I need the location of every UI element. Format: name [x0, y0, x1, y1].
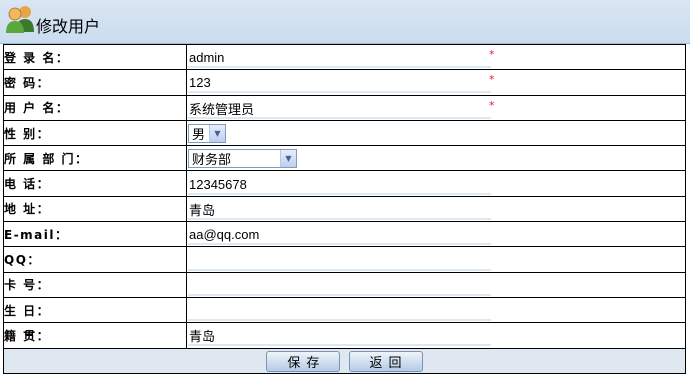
form-row-username: 用 户 名： *: [3, 94, 686, 121]
email-input[interactable]: [188, 225, 491, 246]
email-cell: [186, 221, 686, 248]
form-row-phone: 电 话：: [3, 170, 686, 197]
hometown-input[interactable]: [188, 326, 491, 347]
page-header: 修改用户: [0, 0, 690, 44]
chevron-down-icon[interactable]: ▼: [280, 150, 296, 168]
hometown-cell: [186, 322, 686, 349]
department-select-value: 财务部: [192, 153, 232, 169]
required-mark: *: [489, 98, 495, 112]
form-row-qq: QQ：: [3, 246, 686, 273]
form-row-gender: 性 别： 男 ▼: [3, 119, 686, 147]
save-button[interactable]: 保存: [266, 351, 341, 373]
required-mark: *: [489, 73, 495, 87]
username-cell: *: [186, 94, 686, 121]
form-actions: 保存 返回: [3, 347, 686, 374]
card-number-input[interactable]: [188, 275, 491, 296]
form-row-department: 所 属 部 门： 财务部 ▼: [3, 145, 686, 172]
required-mark: *: [489, 48, 495, 61]
address-label: 地 址：: [3, 195, 187, 223]
form-row-birthday: 生 日：: [3, 296, 686, 324]
edit-user-form: 登 录 名： * 密 码： * 用 户 名： * 性 别： 男 ▼ 所 属 部 …: [3, 43, 686, 374]
birthday-label: 生 日：: [3, 296, 187, 324]
birthday-input[interactable]: [188, 301, 491, 322]
email-label: E-mail：: [3, 221, 187, 248]
form-row-card: 卡 号：: [3, 271, 686, 298]
password-input[interactable]: [188, 73, 491, 94]
birthday-cell: [186, 296, 686, 324]
address-cell: [186, 195, 686, 223]
department-cell: 财务部 ▼: [186, 145, 686, 172]
department-select[interactable]: 财务部 ▼: [188, 149, 297, 169]
phone-label: 电 话：: [3, 170, 187, 197]
qq-cell: [186, 246, 686, 273]
form-row-hometown: 籍 贯：: [3, 322, 686, 349]
page-title: 修改用户: [36, 17, 101, 36]
back-button[interactable]: 返回: [348, 351, 423, 373]
form-row-email: E-mail：: [3, 221, 686, 248]
gender-cell: 男 ▼: [186, 119, 686, 147]
gender-select[interactable]: 男 ▼: [188, 124, 226, 144]
phone-cell: [186, 170, 686, 197]
address-input[interactable]: [188, 199, 491, 220]
username-input[interactable]: [188, 98, 491, 119]
card-number-label: 卡 号：: [3, 271, 187, 298]
phone-input[interactable]: [188, 174, 491, 195]
users-icon: [6, 6, 34, 33]
qq-label: QQ：: [3, 246, 187, 273]
card-number-cell: [186, 271, 686, 298]
form-actions-row: 保存 返回: [3, 347, 686, 374]
password-label: 密 码：: [3, 69, 187, 96]
login-name-label: 登 录 名：: [3, 43, 187, 71]
chevron-down-icon[interactable]: ▼: [209, 125, 225, 143]
password-cell: *: [186, 69, 686, 96]
gender-select-value: 男: [192, 128, 206, 144]
form-row-password: 密 码： *: [3, 69, 686, 96]
login-name-input[interactable]: [188, 48, 491, 69]
department-label: 所 属 部 门：: [3, 145, 187, 172]
form-row-login: 登 录 名： *: [3, 43, 686, 71]
qq-input[interactable]: [188, 250, 491, 271]
form-row-address: 地 址：: [3, 195, 686, 223]
username-label: 用 户 名：: [3, 94, 187, 121]
gender-label: 性 别：: [3, 119, 187, 147]
hometown-label: 籍 贯：: [3, 322, 187, 349]
login-name-cell: *: [186, 43, 686, 71]
